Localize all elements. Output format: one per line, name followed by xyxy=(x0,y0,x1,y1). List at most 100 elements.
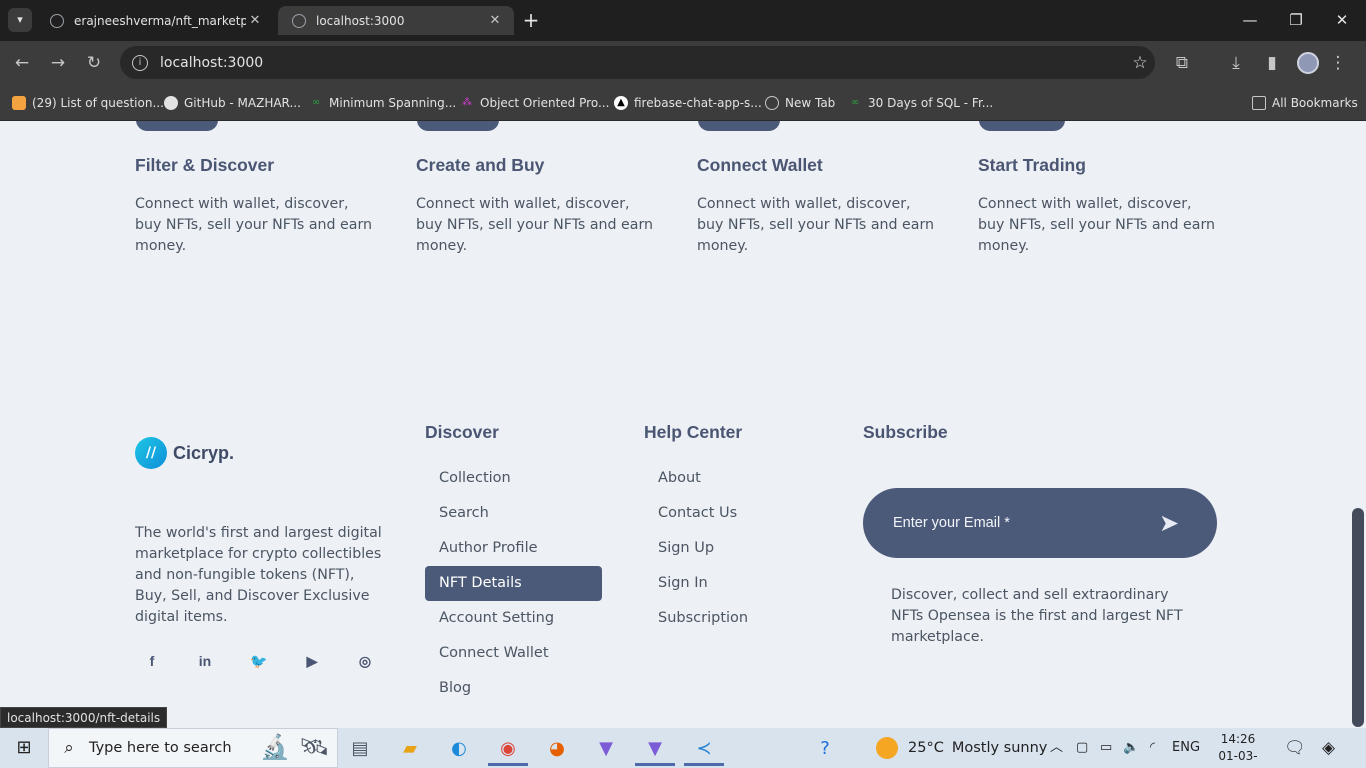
send-icon[interactable]: ➤ xyxy=(1147,501,1191,545)
email-field[interactable] xyxy=(893,515,1147,531)
tab-github[interactable]: erajneeshverma/nft_marketplac ✕ xyxy=(36,6,274,35)
subscribe-heading: Subscribe xyxy=(863,422,948,442)
clock[interactable]: 14:26 01-03-2024 xyxy=(1206,731,1270,768)
footer-link-about[interactable]: About xyxy=(644,461,701,496)
all-bookmarks[interactable]: All Bookmarks xyxy=(1252,93,1358,113)
logo-icon: // xyxy=(135,437,167,469)
footer-link-connect-wallet[interactable]: Connect Wallet xyxy=(425,636,549,671)
step-description: Connect with wallet, discover, buy NFTs,… xyxy=(416,196,654,254)
linkedin-icon[interactable]: in xyxy=(193,649,217,673)
bookmark-label: firebase-chat-app-s... xyxy=(634,96,762,110)
facebook-icon[interactable]: f xyxy=(140,649,164,673)
bookmark-label: New Tab xyxy=(785,96,836,110)
all-bookmarks-label: All Bookmarks xyxy=(1272,96,1358,110)
wifi-icon[interactable]: ◜ xyxy=(1150,728,1155,768)
bookmark-item[interactable]: ▲ firebase-chat-app-s... xyxy=(614,93,762,113)
forward-icon[interactable]: → xyxy=(46,51,70,75)
instagram-icon[interactable]: ◎ xyxy=(353,649,377,673)
bookmark-item[interactable]: GitHub - MAZHAR... xyxy=(164,93,301,113)
youtube-icon[interactable]: ▶ xyxy=(300,649,324,673)
shape-icon: ⁂ xyxy=(462,97,472,108)
back-icon[interactable]: ← xyxy=(10,51,34,75)
footer-link-search[interactable]: Search xyxy=(425,496,489,531)
address-text[interactable]: localhost:3000 xyxy=(160,55,1125,71)
task-view-icon[interactable]: ▤ xyxy=(340,732,380,766)
step-title: Start Trading xyxy=(978,155,1086,175)
weather-sun-icon xyxy=(876,737,898,759)
footer-link-account-setting[interactable]: Account Setting xyxy=(425,601,554,636)
footer-link-blog[interactable]: Blog xyxy=(425,671,471,706)
step-badge xyxy=(136,121,218,131)
windows-taskbar: ⊞ ⌕ Type here to search 🔬 🛰 ▤ ▰ ◐ ◉ ◕ ▼ … xyxy=(0,728,1366,768)
satellite-icon[interactable]: 🛰 xyxy=(294,730,334,764)
edge-icon[interactable]: ◐ xyxy=(439,732,479,766)
footer-link-subscription[interactable]: Subscription xyxy=(644,601,748,636)
tab-title: erajneeshverma/nft_marketplac xyxy=(74,13,246,28)
vercel-icon: ▲ xyxy=(614,96,628,110)
footer-link-sign-up[interactable]: Sign Up xyxy=(644,531,714,566)
volume-icon[interactable]: 🔈 xyxy=(1123,728,1139,768)
side-panel-icon[interactable]: ▮ xyxy=(1260,51,1284,75)
download-icon[interactable]: ⤓ xyxy=(1224,51,1248,75)
copilot-icon[interactable]: ◈ xyxy=(1322,728,1335,768)
step-description: Connect with wallet, discover, buy NFTs,… xyxy=(978,196,1216,254)
footer-link-sign-in[interactable]: Sign In xyxy=(644,566,708,601)
minimize-button[interactable]: — xyxy=(1230,8,1270,32)
address-bar[interactable]: i localhost:3000 ☆ xyxy=(120,46,1155,79)
app-icon[interactable]: ▼ xyxy=(635,732,675,766)
bookmark-item[interactable]: (29) List of question... xyxy=(12,93,164,113)
weather-widget[interactable]: 25°C Mostly sunny xyxy=(876,728,1047,768)
step-description: Connect with wallet, discover, buy NFTs,… xyxy=(697,196,935,254)
menu-icon[interactable]: ⋮ xyxy=(1326,51,1350,75)
browser-tab-strip: ▾ erajneeshverma/nft_marketplac ✕ localh… xyxy=(0,0,1366,41)
camera-icon[interactable]: ▢ xyxy=(1076,728,1088,768)
step-title: Create and Buy xyxy=(416,155,545,175)
close-icon[interactable]: ✕ xyxy=(486,13,504,28)
chrome-icon[interactable]: ◉ xyxy=(488,732,528,766)
help-icon[interactable]: ? xyxy=(805,732,845,766)
twitter-icon[interactable]: 🐦 xyxy=(247,649,271,673)
extensions-icon[interactable]: ⧉ xyxy=(1170,51,1194,75)
bookmark-item[interactable]: New Tab xyxy=(765,93,835,113)
vscode-icon[interactable]: ≺ xyxy=(684,732,724,766)
footer-link-author-profile[interactable]: Author Profile xyxy=(425,531,538,566)
bookmark-label: (29) List of question... xyxy=(32,96,164,110)
footer-link-contact-us[interactable]: Contact Us xyxy=(644,496,737,531)
language-indicator[interactable]: ENG xyxy=(1172,728,1200,768)
clock-date: 01-03-2024 xyxy=(1218,749,1258,768)
profile-avatar[interactable] xyxy=(1297,52,1319,74)
app-icon[interactable]: ▼ xyxy=(586,732,626,766)
firefox-icon[interactable]: ◕ xyxy=(537,732,577,766)
tab-search-button[interactable]: ▾ xyxy=(8,8,32,32)
globe-icon xyxy=(765,96,779,110)
bookmark-item[interactable]: ∞ Minimum Spanning... xyxy=(309,93,456,113)
footer-link-nft-details[interactable]: NFT Details xyxy=(425,566,602,601)
battery-icon[interactable]: ▭ xyxy=(1100,728,1112,768)
bookmark-item[interactable]: ⁂ Object Oriented Pro... xyxy=(460,93,609,113)
notification-icon[interactable]: 🗨 xyxy=(1284,728,1306,768)
reload-icon[interactable]: ↻ xyxy=(82,51,106,75)
step-title: Filter & Discover xyxy=(135,155,275,175)
restore-button[interactable]: ❐ xyxy=(1276,8,1316,32)
windows-start-icon[interactable]: ⊞ xyxy=(0,728,48,768)
page-scrollbar[interactable] xyxy=(1352,508,1364,727)
file-explorer-icon[interactable]: ▰ xyxy=(390,732,430,766)
new-tab-button[interactable]: + xyxy=(520,8,542,32)
search-highlight-icon[interactable]: 🔬 xyxy=(255,730,295,764)
bookmark-item[interactable]: ∞ 30 Days of SQL - Fr... xyxy=(848,93,993,113)
window-close-button[interactable]: ✕ xyxy=(1322,8,1362,32)
site-info-icon[interactable]: i xyxy=(132,54,148,71)
bookmark-star-icon[interactable]: ☆ xyxy=(1125,53,1155,73)
tab-localhost[interactable]: localhost:3000 ✕ xyxy=(278,6,514,35)
bookmarks-bar: (29) List of question... GitHub - MAZHAR… xyxy=(0,85,1366,121)
footer-link-collection[interactable]: Collection xyxy=(425,461,511,496)
show-hidden-icons-icon[interactable]: ︿ xyxy=(1050,728,1063,768)
brand-name: Cicryp. xyxy=(173,442,235,463)
bookmark-label: Object Oriented Pro... xyxy=(480,96,610,110)
tab-title: localhost:3000 xyxy=(316,13,405,28)
weather-temp: 25°C xyxy=(908,740,944,756)
brand-logo[interactable]: // Cicryp. xyxy=(135,437,234,469)
clock-time: 14:26 xyxy=(1220,732,1256,746)
subscribe-description: Discover, collect and sell extraordinary… xyxy=(891,587,1183,645)
close-icon[interactable]: ✕ xyxy=(246,13,264,28)
